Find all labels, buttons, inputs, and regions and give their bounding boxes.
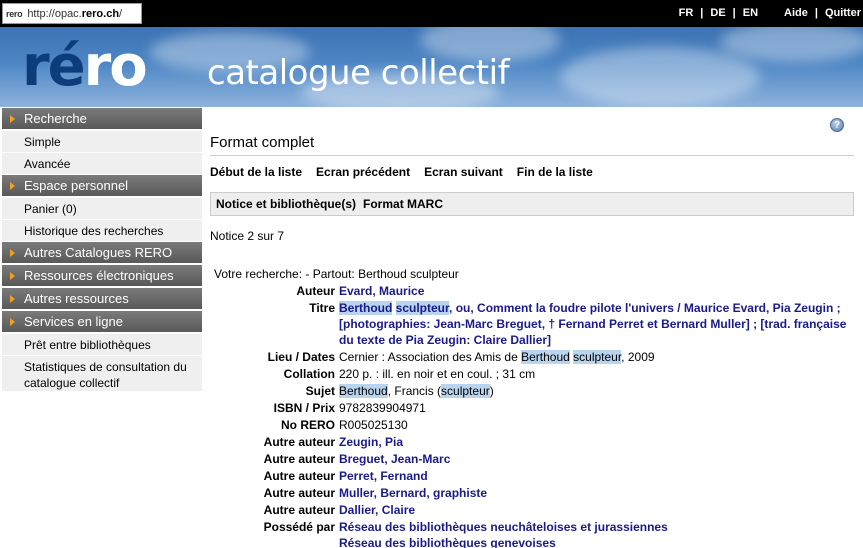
arrow-right-icon bbox=[10, 181, 15, 190]
field-label: Sujet bbox=[305, 384, 335, 398]
author-link[interactable]: Evard, Maurice bbox=[339, 284, 424, 298]
library-link[interactable]: Réseau des bibliothèques genevoises bbox=[339, 536, 556, 548]
field-label: No RERO bbox=[281, 418, 335, 432]
table-row: Auteur Evard, Maurice bbox=[214, 283, 851, 300]
sidebar-section-autres-catalogues[interactable]: Autres Catalogues RERO bbox=[2, 242, 202, 265]
separator: | bbox=[700, 7, 704, 19]
table-row: Autre auteur Muller, Bernard, graphiste bbox=[214, 485, 851, 502]
isbn-value: 9782839904971 bbox=[339, 401, 426, 415]
sidebar-item-historique[interactable]: Historique des recherches bbox=[2, 220, 202, 242]
separator: | bbox=[732, 7, 736, 19]
sidebar-section-recherche[interactable]: Recherche bbox=[2, 108, 202, 131]
notice-count: Notice 2 sur 7 bbox=[210, 229, 285, 243]
table-row: Lieu / Dates Cernier : Association des A… bbox=[214, 349, 851, 366]
arrow-right-icon bbox=[10, 317, 15, 326]
sidebar-item-simple[interactable]: Simple bbox=[2, 131, 202, 153]
tab-notice[interactable]: Notice et bibliothèque(s) bbox=[216, 197, 356, 211]
sidebar: Recherche Simple Avancée Espace personne… bbox=[2, 108, 202, 392]
nav-last-link[interactable]: Fin de la liste bbox=[517, 165, 593, 179]
quit-link[interactable]: Quitter bbox=[825, 7, 861, 19]
divider bbox=[210, 155, 854, 156]
coauthor-link[interactable]: Perret, Fernand bbox=[339, 469, 428, 483]
arrow-right-icon bbox=[10, 294, 15, 303]
page-title: Format complet bbox=[210, 134, 315, 151]
arrow-right-icon bbox=[10, 271, 15, 280]
table-row: Autre auteur Zeugin, Pia bbox=[214, 434, 851, 451]
library-link[interactable]: Réseau des bibliothèques neuchâteloises … bbox=[339, 520, 668, 534]
sidebar-item-pret[interactable]: Prêt entre bibliothèques bbox=[2, 334, 202, 356]
lang-fr-link[interactable]: FR bbox=[679, 7, 694, 19]
table-row: Autre auteur Breguet, Jean-Marc bbox=[214, 451, 851, 468]
field-label: ISBN / Prix bbox=[273, 401, 335, 415]
lang-en-link[interactable]: EN bbox=[743, 7, 758, 19]
table-row: No RERO R005025130 bbox=[214, 417, 851, 434]
publication-value: Cernier : Association des Amis de Bertho… bbox=[339, 350, 655, 364]
field-label: Collation bbox=[283, 367, 335, 381]
table-row: Possédé par Réseau des bibliothèques neu… bbox=[214, 519, 851, 548]
field-label: Possédé par bbox=[263, 520, 335, 534]
tab-marc[interactable]: Format MARC bbox=[363, 197, 443, 211]
field-label: Autre auteur bbox=[263, 469, 335, 483]
arrow-right-icon bbox=[10, 248, 15, 257]
rero-number-value: R005025130 bbox=[339, 418, 408, 432]
field-label: Autre auteur bbox=[263, 503, 335, 517]
rero-logo[interactable]: réro bbox=[22, 37, 148, 97]
coauthor-link[interactable]: Muller, Bernard, graphiste bbox=[339, 486, 487, 500]
banner-title: catalogue collectif bbox=[207, 53, 510, 93]
search-query-text: Votre recherche: - Partout: Berthoud scu… bbox=[214, 267, 459, 281]
field-label: Auteur bbox=[296, 284, 335, 298]
sidebar-item-statistiques[interactable]: Statistiques de consultation du catalogu… bbox=[2, 356, 202, 392]
field-label: Titre bbox=[309, 301, 335, 315]
nav-previous-link[interactable]: Ecran précédent bbox=[316, 165, 410, 179]
sidebar-section-espace-personnel[interactable]: Espace personnel bbox=[2, 175, 202, 198]
nav-first-link[interactable]: Début de la liste bbox=[210, 165, 302, 179]
result-navigation: Début de la liste Ecran précédent Ecran … bbox=[210, 165, 607, 179]
table-row: Collation 220 p. : ill. en noir et en co… bbox=[214, 366, 851, 383]
top-links: FR | DE | EN Aide | Quitter bbox=[679, 7, 861, 19]
record-table: Auteur Evard, Maurice Titre Berthoud scu… bbox=[214, 283, 851, 548]
table-row: Autre auteur Dallier, Claire bbox=[214, 502, 851, 519]
subject-value: Berthoud, Francis (sculpteur) bbox=[339, 384, 494, 398]
arrow-right-icon bbox=[10, 114, 15, 123]
address-bar[interactable]: rero http://opac.rero.ch/ bbox=[2, 3, 142, 24]
top-bar: rero http://opac.rero.ch/ FR | DE | EN A… bbox=[0, 0, 863, 27]
banner: réro catalogue collectif bbox=[0, 27, 863, 107]
collation-value: 220 p. : ill. en noir et en coul. ; 31 c… bbox=[339, 367, 536, 381]
table-row: Sujet Berthoud, Francis (sculpteur) bbox=[214, 383, 851, 400]
coauthor-link[interactable]: Dallier, Claire bbox=[339, 503, 415, 517]
nav-next-link[interactable]: Ecran suivant bbox=[424, 165, 503, 179]
sidebar-item-panier[interactable]: Panier (0) bbox=[2, 198, 202, 220]
coauthor-link[interactable]: Breguet, Jean-Marc bbox=[339, 452, 450, 466]
table-row: Autre auteur Perret, Fernand bbox=[214, 468, 851, 485]
title-link[interactable]: Berthoud sculpteur, ou, Comment la foudr… bbox=[339, 301, 846, 347]
sidebar-item-avancee[interactable]: Avancée bbox=[2, 153, 202, 175]
sidebar-section-autres-ressources[interactable]: Autres ressources bbox=[2, 288, 202, 311]
table-row: ISBN / Prix 9782839904971 bbox=[214, 400, 851, 417]
field-label: Autre auteur bbox=[263, 486, 335, 500]
help-icon[interactable]: ? bbox=[830, 118, 844, 132]
field-label: Autre auteur bbox=[263, 452, 335, 466]
field-label: Lieu / Dates bbox=[267, 350, 335, 364]
record-details: Votre recherche: - Partout: Berthoud scu… bbox=[214, 266, 854, 548]
lang-de-link[interactable]: DE bbox=[710, 7, 725, 19]
url-text: http://opac.rero.ch/ bbox=[27, 7, 123, 20]
separator: | bbox=[814, 7, 818, 19]
rero-favicon-icon: rero bbox=[6, 8, 23, 19]
sidebar-section-ressources-electroniques[interactable]: Ressources électroniques bbox=[2, 265, 202, 288]
help-link[interactable]: Aide bbox=[784, 7, 808, 19]
field-label: Autre auteur bbox=[263, 435, 335, 449]
table-row: Titre Berthoud sculpteur, ou, Comment la… bbox=[214, 300, 851, 349]
coauthor-link[interactable]: Zeugin, Pia bbox=[339, 435, 403, 449]
format-tabs: Notice et bibliothèque(s) Format MARC bbox=[210, 192, 854, 216]
sidebar-section-services-en-ligne[interactable]: Services en ligne bbox=[2, 311, 202, 334]
